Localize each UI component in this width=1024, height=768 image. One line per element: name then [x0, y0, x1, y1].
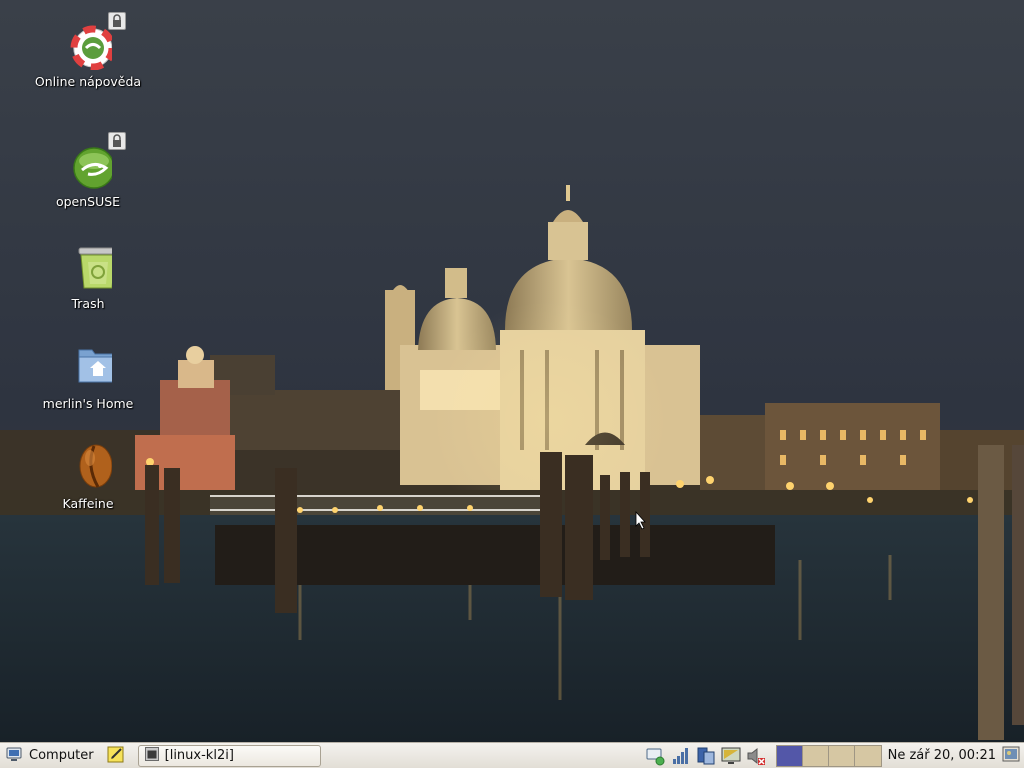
computer-icon: [6, 746, 22, 765]
desktop-icon-opensuse[interactable]: openSUSE: [28, 132, 148, 209]
desktop-icon-label: Online nápověda: [34, 74, 142, 89]
desktop-wallpaper: [0, 0, 1024, 742]
desktop-icon-kaffeine[interactable]: Kaffeine: [28, 444, 148, 511]
display-icon[interactable]: [720, 745, 742, 767]
updater-icon[interactable]: [695, 745, 717, 767]
clock[interactable]: Ne zář 20, 00:21: [888, 748, 996, 763]
desktop-icon-label: openSUSE: [55, 194, 121, 209]
computer-menu-button[interactable]: Computer: [0, 744, 100, 768]
task-button-terminal[interactable]: [linux-kl2i]: [137, 744, 321, 767]
desktop-icon-label: Kaffeine: [62, 496, 114, 511]
volume-muted-icon[interactable]: [745, 745, 767, 767]
show-desktop-button[interactable]: [1000, 745, 1022, 767]
taskbar: Computer [linux-kl2i] Ne zář 20, 00:21: [0, 742, 1024, 768]
network-manager-icon[interactable]: [645, 745, 667, 767]
desktop-icon-label: Trash: [71, 296, 105, 311]
trash-icon: [64, 244, 118, 292]
notes-launcher-button[interactable]: [104, 744, 128, 768]
home-folder-icon: [64, 344, 118, 392]
opensuse-icon: [64, 132, 126, 190]
system-tray: [645, 744, 770, 768]
desktop-icon-online-help[interactable]: Online nápověda: [28, 12, 148, 89]
kaffeine-icon: [64, 444, 113, 492]
lock-icon: [108, 132, 126, 150]
lock-icon: [108, 12, 126, 30]
computer-menu-label: Computer: [29, 748, 94, 763]
notes-icon: [106, 744, 126, 767]
show-desktop-icon: [1002, 745, 1020, 766]
window-icon: [144, 747, 159, 764]
desktop-icon-label: merlin's Home: [42, 396, 134, 411]
desktop-icon-trash[interactable]: Trash: [28, 244, 148, 311]
signal-strength-icon[interactable]: [670, 745, 692, 767]
workspace-2[interactable]: [802, 745, 829, 766]
workspace-switcher[interactable]: [775, 744, 882, 767]
workspace-4[interactable]: [854, 745, 881, 766]
desktop-icon-home[interactable]: merlin's Home: [28, 344, 148, 411]
workspace-3[interactable]: [828, 745, 855, 766]
workspace-1[interactable]: [776, 745, 803, 766]
help-lifebuoy-icon: [64, 12, 126, 71]
task-button-label: [linux-kl2i]: [164, 748, 234, 763]
